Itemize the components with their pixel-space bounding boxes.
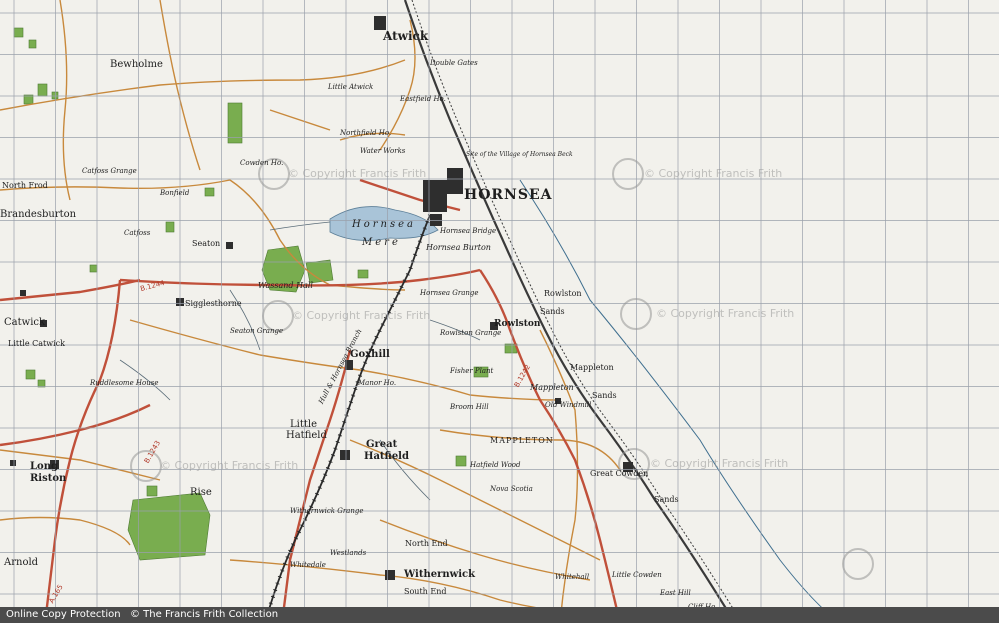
watermark-icon xyxy=(620,298,652,330)
place-label: Hatfield Wood xyxy=(470,461,521,469)
place-label: South End xyxy=(404,587,447,596)
place-label: Hornsea Bridge xyxy=(440,227,497,235)
place-label: Little Atwick xyxy=(328,83,374,91)
place-label: Double Gates xyxy=(430,59,478,67)
place-label: Catfoss Grange xyxy=(82,167,137,175)
map-base xyxy=(0,0,999,623)
place-label: Old Windmill xyxy=(545,401,592,409)
place-label: Withernwick Grange xyxy=(290,507,364,515)
footer-right-text: © The Francis Frith Collection xyxy=(130,609,279,620)
watermark-text: © Copyright Francis Frith xyxy=(650,457,789,470)
place-label: Sands xyxy=(540,307,565,316)
place-label: Bewholme xyxy=(110,59,163,70)
place-label: Ruddlesome House xyxy=(90,379,159,387)
place-label: Hornsea xyxy=(352,219,416,230)
place-label: Mappleton xyxy=(530,383,574,392)
map-view[interactable]: © Copyright Francis Frith © Copyright Fr… xyxy=(0,0,999,623)
place-label: Rise xyxy=(190,487,212,498)
place-label: Site of the Village of Hornsea Beck xyxy=(466,151,573,158)
place-label: Mere xyxy=(362,237,401,248)
place-label: Northfield Ho. xyxy=(340,129,392,137)
place-label: Wassand Hall xyxy=(258,281,313,290)
place-label: Atwick xyxy=(383,29,429,43)
place-label: Westlands xyxy=(330,549,367,557)
place-label: Catwick xyxy=(4,317,46,328)
place-label: Rowlston xyxy=(544,289,582,298)
place-label: Bonfield xyxy=(160,189,190,197)
watermark-icon xyxy=(842,548,874,580)
watermark-text: © Copyright Francis Frith xyxy=(288,167,427,180)
place-label: North Frod xyxy=(2,181,48,190)
watermark-icon xyxy=(612,158,644,190)
place-label: Seaton xyxy=(192,239,221,248)
place-label: Little xyxy=(290,419,317,430)
place-label: East Hill xyxy=(660,589,691,597)
place-label: North End xyxy=(405,539,448,548)
watermark-text: © Copyright Francis Frith xyxy=(644,167,783,180)
place-label: Whitedale xyxy=(290,561,326,569)
watermark-text: © Copyright Francis Frith xyxy=(656,307,795,320)
place-label: Sands xyxy=(592,391,617,400)
place-label: Whitehall xyxy=(555,573,590,581)
place-label: Hornsea Grange xyxy=(420,289,479,297)
place-label: Great xyxy=(366,439,398,450)
place-label: Brandesburton xyxy=(0,209,77,220)
place-label: Great Cowden xyxy=(590,469,649,478)
place-label: Eastfield Ho. xyxy=(400,95,446,103)
place-label: Manor Ho. xyxy=(358,379,397,387)
place-label: Sands xyxy=(654,495,679,504)
place-label: Hatfield xyxy=(286,430,327,441)
watermark-text: © Copyright Francis Frith xyxy=(292,309,431,322)
place-label: Water Works xyxy=(360,147,406,155)
place-label: Long xyxy=(30,461,58,472)
place-label: Seaton Grange xyxy=(230,327,284,335)
place-label: Hatfield xyxy=(364,451,409,462)
place-label: Sigglesthorne xyxy=(185,299,242,308)
place-label: Arnold xyxy=(4,557,39,568)
place-label: Rowlston xyxy=(494,319,541,329)
copyright-footer: Online Copy Protection © The Francis Fri… xyxy=(0,607,999,623)
footer-left-text: Online Copy Protection xyxy=(6,609,121,620)
place-label: Broom Hill xyxy=(450,403,489,411)
place-label: Little Catwick xyxy=(8,339,65,348)
place-label: Little Cowden xyxy=(612,571,662,579)
watermark-text: © Copyright Francis Frith xyxy=(160,459,299,472)
place-label: Withernwick xyxy=(404,569,476,580)
place-label: MAPPLETON xyxy=(490,436,554,445)
place-label: Riston xyxy=(30,473,67,484)
place-label: Goxhill xyxy=(350,349,390,360)
place-label: HORNSEA xyxy=(464,187,553,203)
place-label: Cowden Ho. xyxy=(240,159,284,167)
place-label: Rowlston Grange xyxy=(440,329,502,337)
place-label: Nova Scotia xyxy=(490,485,533,493)
place-label: Hornsea Burton xyxy=(426,243,491,252)
place-label: Fisher Plant xyxy=(450,367,494,375)
place-label: Mappleton xyxy=(570,363,614,372)
place-label: Catfoss xyxy=(124,229,151,237)
